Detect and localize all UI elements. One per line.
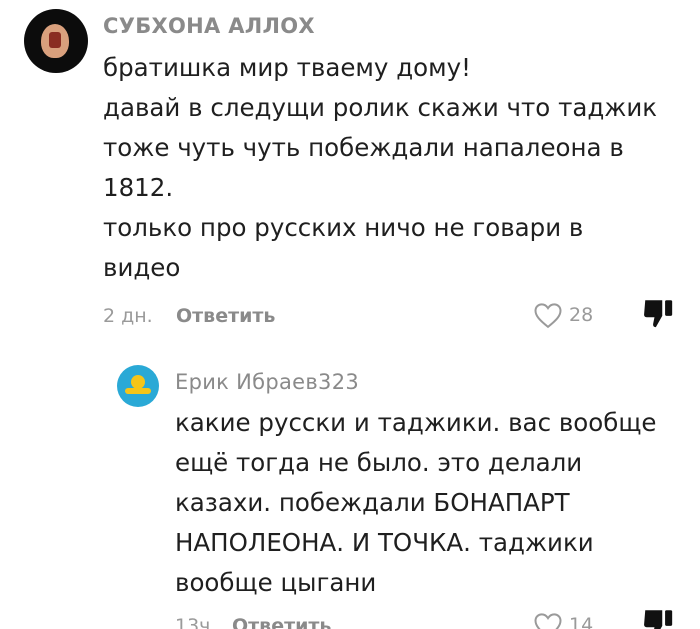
like-button[interactable]: 14 [533, 611, 593, 629]
reply-author[interactable]: Ерик Ибраев323 [175, 370, 359, 394]
heart-outline-icon [534, 613, 562, 629]
comment-line: братишка мир тваему дому! [103, 53, 471, 82]
comment-line: только про русских ничо не говари в [103, 213, 584, 242]
comment-line: вообще цыгани [175, 568, 377, 597]
comment-timestamp: 2 дн. [103, 305, 153, 327]
heart-outline-icon [534, 303, 562, 329]
comment-line: 1812. [103, 173, 174, 202]
comment-line: видео [103, 253, 181, 282]
reply-timestamp: 13ч [175, 615, 211, 629]
comment-text: братишка мир тваему дому! давай в следущ… [103, 48, 657, 288]
reply-button[interactable]: Ответить [232, 615, 331, 629]
comment-line: НАПОЛЕОНА. И ТОЧКА. таджики [175, 528, 594, 557]
like-count: 28 [569, 304, 594, 326]
thumbs-down-icon[interactable] [640, 606, 676, 629]
comment-line: давай в следущи ролик скажи что таджик [103, 93, 658, 122]
like-count: 14 [569, 614, 594, 629]
like-button[interactable]: 28 [533, 301, 593, 329]
comments-screen: СУБХОНА АЛЛОХ братишка мир тваему дому! … [0, 0, 700, 629]
reply-button[interactable]: Ответить [176, 305, 275, 327]
comment-author[interactable]: СУБХОНА АЛЛОХ [103, 14, 315, 38]
thumbs-down-icon[interactable] [640, 296, 676, 330]
reply-text: какие русски и таджики. вас вообще ещё т… [175, 403, 657, 603]
comment-line: какие русски и таджики. вас вообще [175, 408, 657, 437]
kazakhstan-flag-avatar-icon[interactable] [117, 365, 159, 407]
avatar-photo-icon[interactable] [24, 9, 88, 73]
comment-line: ещё тогда не было. это делали [175, 448, 583, 477]
comment-line: казахи. побеждали БОНАПАРТ [175, 488, 570, 517]
comment-line: тоже чуть чуть побеждали напалеона в [103, 133, 624, 162]
